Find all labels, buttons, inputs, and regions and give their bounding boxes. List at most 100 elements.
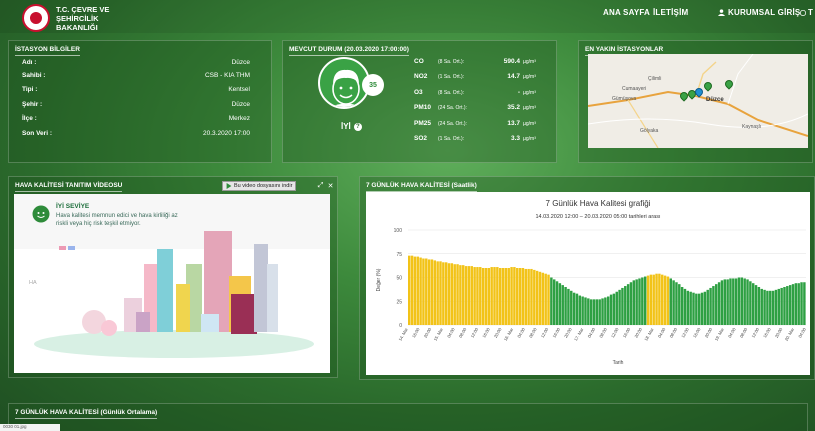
close-icon[interactable]: ✕ (326, 181, 335, 191)
hourly-chart-svg: 7 Günlük Hava Kalitesi grafiği 14.03.202… (376, 199, 807, 366)
x-tick-label: 20. Mar (784, 326, 796, 341)
chart-bar (720, 280, 724, 325)
nav-home[interactable]: ANA SAYFA (603, 8, 650, 17)
globe-icon (800, 9, 806, 16)
expand-icon[interactable]: ⤢ (316, 181, 325, 191)
video-player[interactable]: İYİ SEVİYE Hava kalitesi memnun edici ve… (14, 194, 330, 373)
chart-bar (763, 289, 766, 325)
chart-bar (513, 267, 516, 325)
station-row-name: Adı : Düzce (22, 59, 250, 66)
chart-bar (447, 263, 451, 325)
chart-bar (771, 290, 775, 325)
x-tick-label: 12:00 (610, 326, 620, 338)
chart-bar (550, 277, 553, 325)
x-tick-label: 16:00 (551, 326, 561, 338)
chart-bar (530, 268, 533, 325)
chart-bar (413, 256, 417, 325)
pollutant-row: PM10 (24 Sa. Ort.): 35.2 µg/m³ (414, 104, 536, 111)
chart-bar (666, 276, 670, 325)
nav-login[interactable]: KURUMSAL GİRİŞ (718, 8, 800, 17)
chart-bar (663, 275, 667, 325)
download-video-link[interactable]: Bu video dosyasını indir (222, 181, 297, 191)
x-tick-label: 04:00 (727, 326, 737, 338)
chart-bar (422, 258, 425, 325)
pollutant-row: CO (8 Sa. Ort.): 590.4 µg/m³ (414, 58, 536, 65)
ministry-logo[interactable]: T.C. ÇEVRE VE ŞEHİRCİLİK BAKANLIĞI (22, 4, 136, 32)
station-row-type: Tipi : Kentsel (22, 86, 250, 93)
chart-bar (518, 268, 522, 325)
chart-bar (408, 255, 411, 325)
chart-bar (572, 292, 576, 325)
map-label: Gölyaka (640, 128, 659, 134)
x-tick-label: 15. Mar (433, 326, 445, 341)
chart-bar (507, 268, 510, 325)
y-tick-label: 50 (396, 276, 402, 282)
y-tick-label: 100 (394, 228, 403, 234)
chart-title: 7 Günlük Hava Kalitesi grafiği (546, 199, 651, 208)
chart-bar (709, 287, 712, 325)
chart-bar (564, 287, 567, 325)
chart-bar (544, 273, 547, 325)
chart-subtitle: 14.03.2020 12:00 – 20.03.2020 05:00 tari… (535, 214, 660, 220)
chart-bar (774, 289, 778, 325)
chart-bar (624, 286, 627, 325)
help-icon[interactable]: ? (353, 122, 362, 131)
chart-bar (757, 287, 761, 325)
chart-bar (479, 267, 482, 325)
chart-bar (675, 282, 678, 325)
chart-bar (589, 299, 593, 325)
chart-bar (601, 298, 604, 325)
chart-bar (706, 289, 709, 325)
x-tick-label: 08:00 (669, 326, 679, 338)
chart-bar (425, 258, 428, 325)
x-tick-label: 16:00 (762, 326, 772, 338)
chart-bar (558, 283, 562, 325)
chart-bar (743, 278, 746, 325)
chart-bar (803, 282, 806, 325)
x-tick-label: 20:00 (704, 326, 714, 338)
chart-bar (581, 296, 584, 325)
chart-bar (524, 268, 527, 325)
x-tick-label: 04:00 (516, 326, 526, 338)
x-tick-label: 17. Mar (573, 326, 585, 341)
pollutant-row: SO2 (1 Sa. Ort.): 3.3 µg/m³ (414, 135, 536, 142)
nav-contact[interactable]: İLETİŞİM (653, 8, 688, 17)
chart-bar (484, 268, 488, 325)
pollutant-row: O3 (8 Sa. Ort.): - µg/m³ (414, 89, 536, 96)
x-tick-label: 12:00 (470, 326, 480, 338)
station-row-city: Şehir : Düzce (22, 101, 250, 108)
chart-bar (751, 283, 755, 325)
aqi-status: İYİ ? (341, 122, 362, 131)
chart-bar (729, 278, 732, 325)
chart-bar (436, 261, 439, 325)
nav-language[interactable]: T (800, 8, 813, 17)
chart-bar (672, 280, 675, 325)
video-level: İYİ SEVİYE (56, 203, 90, 210)
chart-bar (788, 285, 792, 325)
chart-bar (717, 282, 721, 325)
chart-bar (746, 279, 749, 325)
chart-bar (535, 270, 539, 325)
chart-bar (470, 266, 473, 325)
taskbar-file[interactable]: 0030 01.jpg (0, 424, 60, 431)
chart-bar (552, 279, 556, 325)
stations-map[interactable]: Çilimli Cumaayeri Gümüşova Düzce Gölyaka… (588, 54, 808, 148)
chart-bar (686, 290, 690, 325)
map-label: Kaynaşlı (742, 124, 762, 130)
chart-bar (521, 268, 525, 325)
corner-icon: HA (29, 280, 37, 286)
chart-bar (473, 267, 476, 325)
aqi-value-badge: 35 (362, 74, 384, 96)
chart-bar (450, 263, 454, 325)
chart-bar (501, 268, 505, 325)
chart-bar (427, 259, 431, 325)
x-tick-label: 04:00 (587, 326, 597, 338)
chart-bar (715, 284, 718, 325)
chart-bar (635, 279, 638, 325)
chart-bar (439, 261, 442, 325)
map-label: Düzce (706, 97, 724, 103)
chart-bar (498, 268, 502, 325)
x-tick-label: 12:00 (750, 326, 760, 338)
chart-bar (541, 272, 545, 325)
chart-bar (632, 280, 636, 325)
